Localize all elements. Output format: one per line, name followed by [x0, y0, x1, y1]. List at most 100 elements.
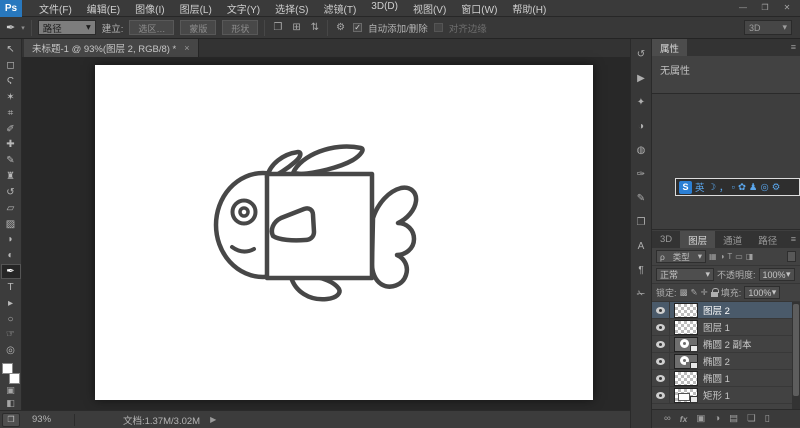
layer-row[interactable]: 矩形 1	[652, 386, 800, 404]
lock-position-icon[interactable]: ✛	[701, 287, 708, 298]
menu-item-file[interactable]: 文件(F)	[32, 0, 79, 18]
layers-scrollbar[interactable]	[792, 302, 800, 409]
layer-row[interactable]: 椭圆 2	[652, 352, 800, 370]
make-shape-button[interactable]: 形状	[222, 20, 259, 35]
path-operations-icon[interactable]: ❐	[271, 22, 284, 33]
menu-item-select[interactable]: 选择(S)	[268, 0, 315, 18]
path-arrange-icon[interactable]: ⇅	[309, 22, 321, 33]
adjustments-panel-icon[interactable]: ◑	[632, 119, 650, 133]
close-tab-icon[interactable]: ×	[184, 43, 189, 53]
actions-panel-icon[interactable]: ▶	[632, 71, 650, 85]
ime-skin-icon[interactable]: ✿	[738, 182, 746, 193]
filter-adjustment-icon[interactable]: ◑	[720, 252, 725, 261]
filter-shape-icon[interactable]: ▭	[735, 252, 743, 261]
eraser-tool[interactable]: ▱	[1, 200, 21, 216]
fill-input[interactable]: 100% ▾	[744, 286, 781, 299]
panel-menu-icon[interactable]: ≡	[791, 42, 796, 52]
opacity-input[interactable]: 100% ▾	[758, 268, 795, 281]
zoom-level[interactable]: 93%	[32, 414, 66, 425]
menu-item-type[interactable]: 文字(Y)	[220, 0, 267, 18]
path-selection-tool[interactable]: ▸	[1, 295, 21, 311]
move-tool[interactable]: ↖	[1, 42, 21, 58]
tool-mode-select[interactable]: 路径 ▾	[37, 20, 96, 35]
healing-brush-tool[interactable]: ✚	[1, 137, 21, 153]
menu-item-view[interactable]: 视图(V)	[406, 0, 453, 18]
visibility-toggle[interactable]	[652, 352, 670, 370]
link-layers-icon[interactable]: ∞	[664, 413, 671, 424]
menu-item-image[interactable]: 图像(I)	[128, 0, 171, 18]
layer-row[interactable]: 椭圆 1	[652, 369, 800, 387]
ime-settings-icon[interactable]: ⚙	[772, 182, 781, 193]
marquee-tool[interactable]: ◻	[1, 58, 21, 74]
layer-thumbnail[interactable]	[674, 370, 698, 386]
menu-item-3d[interactable]: 3D(D)	[364, 0, 405, 18]
layer-thumbnail[interactable]	[674, 387, 698, 403]
filter-type-icon[interactable]: T	[727, 252, 732, 261]
brush-tool[interactable]: ✎	[1, 153, 21, 169]
tab-properties[interactable]: 属性	[652, 39, 688, 56]
visibility-toggle[interactable]	[652, 302, 670, 319]
ime-search-icon[interactable]: ◎	[760, 182, 768, 193]
new-layer-icon[interactable]: ❏	[747, 413, 756, 424]
new-group-icon[interactable]: ▤	[729, 413, 738, 424]
brush-presets-panel-icon[interactable]: ✑	[632, 167, 650, 181]
gear-icon[interactable]: ⚙	[334, 22, 347, 33]
pen-tool-icon[interactable]: ✒	[6, 21, 15, 34]
brush-panel-icon[interactable]: ✎	[632, 191, 650, 205]
visibility-toggle[interactable]	[652, 318, 670, 336]
close-button[interactable]: ✕	[776, 0, 798, 15]
styles-panel-icon[interactable]: ✦	[632, 95, 650, 109]
make-mask-button[interactable]: 蒙版	[180, 20, 217, 35]
align-edges-checkbox[interactable]	[433, 23, 443, 32]
filter-smart-icon[interactable]: ◨	[746, 252, 754, 261]
layer-thumbnail[interactable]	[674, 319, 698, 335]
ellipse-tool[interactable]: ○	[1, 311, 21, 327]
make-selection-button[interactable]: 选区…	[129, 20, 175, 35]
layer-style-icon[interactable]: fx	[680, 414, 688, 424]
filter-toggle[interactable]	[787, 251, 796, 262]
visibility-toggle[interactable]	[652, 386, 670, 404]
type-tool[interactable]: T	[1, 279, 21, 295]
workspace-switcher[interactable]: 3D ▾	[744, 20, 792, 35]
blend-mode-select[interactable]: 正常 ▾	[656, 268, 714, 281]
tool-preset-caret-icon[interactable]: ▾	[21, 24, 25, 32]
tab-layers[interactable]: 图层	[680, 231, 716, 248]
minimize-button[interactable]: —	[732, 0, 754, 15]
lock-paint-icon[interactable]: ✎	[691, 287, 698, 298]
scrollbar-thumb[interactable]	[793, 304, 799, 396]
lock-all-icon[interactable]	[710, 288, 719, 297]
paragraph-panel-icon[interactable]: ¶	[632, 263, 650, 277]
tab-channels[interactable]: 通道	[715, 231, 750, 248]
foreground-color-swatch[interactable]	[1, 362, 13, 374]
status-menu-arrow-icon[interactable]: ▶	[210, 415, 216, 424]
ime-mode-icon[interactable]: 英	[695, 180, 705, 194]
document-canvas[interactable]	[95, 65, 593, 400]
history-panel-icon[interactable]: ↺	[632, 47, 650, 61]
minibridge-icon[interactable]: ❐	[2, 412, 20, 427]
menu-item-layer[interactable]: 图层(L)	[173, 0, 219, 18]
dodge-tool[interactable]: ◐	[1, 248, 21, 264]
layer-row[interactable]: 图层 1	[652, 318, 800, 336]
ime-punct-icon[interactable]: ，	[719, 180, 729, 194]
layer-row[interactable]: 椭圆 2 副本	[652, 335, 800, 353]
background-color-swatch[interactable]	[8, 373, 20, 385]
menu-item-help[interactable]: 帮助(H)	[505, 0, 553, 18]
blur-tool[interactable]: ◗	[1, 232, 21, 248]
clone-source-panel-icon[interactable]: ❐	[632, 215, 650, 229]
screen-mode-button[interactable]: ◧	[1, 397, 21, 410]
zoom-tool[interactable]: ◎	[1, 343, 21, 359]
lasso-tool[interactable]: Ϛ	[1, 74, 21, 90]
tab-3d[interactable]: 3D	[652, 231, 680, 248]
layer-filter-select[interactable]: ρ 类型 ▾	[656, 250, 706, 263]
quick-mask-button[interactable]: ▣	[1, 384, 21, 397]
lock-transparency-icon[interactable]: ▩	[680, 287, 688, 298]
auto-add-checkbox[interactable]: ✓	[353, 23, 363, 32]
delete-layer-icon[interactable]: ▯	[765, 413, 770, 424]
clone-stamp-tool[interactable]: ♜	[1, 169, 21, 185]
visibility-toggle[interactable]	[652, 335, 670, 353]
ime-fullhalf-icon[interactable]: ☽	[708, 182, 717, 193]
eyedropper-tool[interactable]: ✐	[1, 121, 21, 137]
menu-item-edit[interactable]: 编辑(E)	[80, 0, 127, 18]
ime-board-icon[interactable]: ▫	[732, 182, 735, 193]
adjustment-layer-icon[interactable]: ◑	[714, 413, 720, 424]
